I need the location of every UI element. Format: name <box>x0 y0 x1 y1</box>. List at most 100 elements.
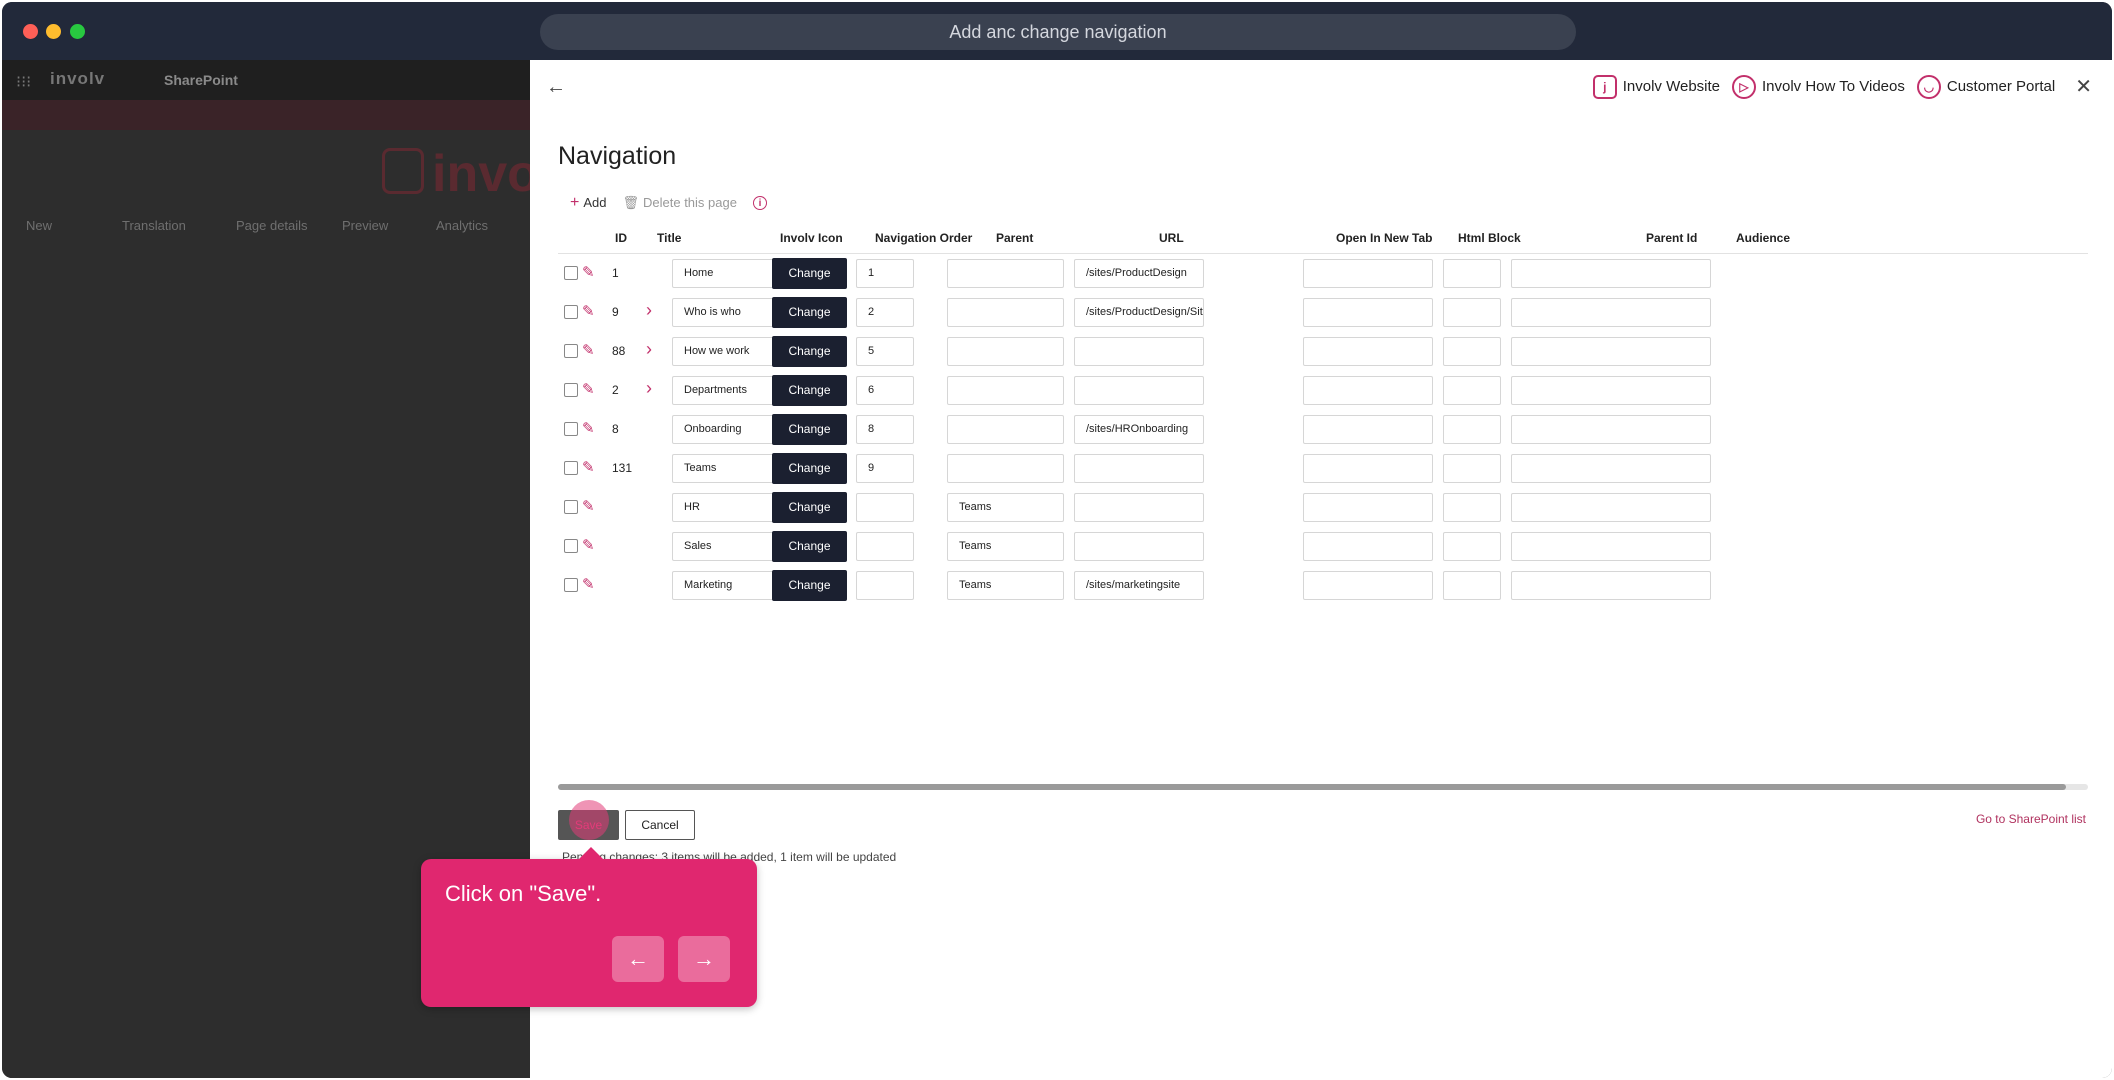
sp-command-page-details[interactable]: Page details <box>236 218 308 233</box>
close-icon[interactable]: ✕ <box>2075 74 2092 99</box>
cancel-button[interactable]: Cancel <box>625 810 695 840</box>
arrow-right-icon[interactable]: → <box>678 936 730 982</box>
change-icon-button[interactable]: Change <box>772 336 847 367</box>
html-block-input[interactable] <box>1303 454 1433 483</box>
html-block-input[interactable] <box>1303 532 1433 561</box>
html-block-input[interactable] <box>1303 493 1433 522</box>
audience-input[interactable] <box>1511 493 1711 522</box>
parent-id-input[interactable] <box>1443 532 1501 561</box>
parent-input[interactable] <box>947 454 1064 483</box>
edit-pencil-icon[interactable]: ✎ <box>582 497 595 515</box>
scrollbar-thumb[interactable] <box>558 784 2066 790</box>
edit-pencil-icon[interactable]: ✎ <box>582 341 595 359</box>
column-header-id[interactable]: ID <box>615 231 627 245</box>
navigation-order-input[interactable]: 1 <box>856 259 914 288</box>
column-header-involv-icon[interactable]: Involv Icon <box>780 231 843 245</box>
html-block-input[interactable] <box>1303 298 1433 327</box>
delete-page-button[interactable]: 🗑 Delete this page <box>622 195 736 211</box>
navigation-order-input[interactable]: 2 <box>856 298 914 327</box>
url-input[interactable] <box>1074 493 1204 522</box>
change-icon-button[interactable]: Change <box>772 258 847 289</box>
sp-command-new[interactable]: New <box>26 218 52 233</box>
html-block-input[interactable] <box>1303 415 1433 444</box>
url-input[interactable] <box>1074 337 1204 366</box>
row-checkbox[interactable] <box>564 578 578 592</box>
column-header-audience[interactable]: Audience <box>1736 231 1790 245</box>
sp-command-translation[interactable]: Translation <box>122 218 186 233</box>
parent-id-input[interactable] <box>1443 571 1501 600</box>
parent-input[interactable] <box>947 298 1064 327</box>
column-header-parent-id[interactable]: Parent Id <box>1646 231 1697 245</box>
sp-command-analytics[interactable]: Analytics <box>436 218 488 233</box>
change-icon-button[interactable]: Change <box>772 492 847 523</box>
edit-pencil-icon[interactable]: ✎ <box>582 575 595 593</box>
change-icon-button[interactable]: Change <box>772 414 847 445</box>
edit-pencil-icon[interactable]: ✎ <box>582 419 595 437</box>
add-button[interactable]: + Add <box>570 194 606 212</box>
navigation-order-input[interactable]: 9 <box>856 454 914 483</box>
parent-id-input[interactable] <box>1443 259 1501 288</box>
row-checkbox[interactable] <box>564 344 578 358</box>
parent-id-input[interactable] <box>1443 415 1501 444</box>
address-bar[interactable]: Add anc change navigation <box>540 14 1576 50</box>
parent-id-input[interactable] <box>1443 454 1501 483</box>
html-block-input[interactable] <box>1303 337 1433 366</box>
chevron-right-icon[interactable]: › <box>646 300 652 321</box>
audience-input[interactable] <box>1511 337 1711 366</box>
parent-input[interactable] <box>947 415 1064 444</box>
url-input[interactable]: /sites/HROnboarding <box>1074 415 1204 444</box>
parent-input[interactable] <box>947 376 1064 405</box>
navigation-order-input[interactable] <box>856 493 914 522</box>
url-input[interactable]: /sites/ProductDesign/SitePag <box>1074 298 1204 327</box>
html-block-input[interactable] <box>1303 571 1433 600</box>
back-arrow-icon[interactable]: ← <box>546 76 566 99</box>
audience-input[interactable] <box>1511 532 1711 561</box>
column-header-navigation-order[interactable]: Navigation Order <box>875 231 972 245</box>
navigation-order-input[interactable] <box>856 571 914 600</box>
parent-id-input[interactable] <box>1443 298 1501 327</box>
parent-id-input[interactable] <box>1443 493 1501 522</box>
parent-id-input[interactable] <box>1443 376 1501 405</box>
edit-pencil-icon[interactable]: ✎ <box>582 458 595 476</box>
audience-input[interactable] <box>1511 415 1711 444</box>
parent-input[interactable]: Teams <box>947 571 1064 600</box>
minimize-window-button[interactable] <box>46 24 61 39</box>
horizontal-scrollbar[interactable] <box>558 784 2088 790</box>
change-icon-button[interactable]: Change <box>772 570 847 601</box>
parent-input[interactable]: Teams <box>947 493 1064 522</box>
html-block-input[interactable] <box>1303 259 1433 288</box>
involv-website-link[interactable]: j Involv Website <box>1592 74 1720 99</box>
column-header-open-in-new-tab[interactable]: Open In New Tab <box>1336 231 1432 245</box>
navigation-order-input[interactable]: 8 <box>856 415 914 444</box>
row-checkbox[interactable] <box>564 266 578 280</box>
row-checkbox[interactable] <box>564 461 578 475</box>
change-icon-button[interactable]: Change <box>772 297 847 328</box>
change-icon-button[interactable]: Change <box>772 375 847 406</box>
row-checkbox[interactable] <box>564 500 578 514</box>
column-header-parent[interactable]: Parent <box>996 231 1033 245</box>
parent-id-input[interactable] <box>1443 337 1501 366</box>
parent-input[interactable] <box>947 337 1064 366</box>
sp-command-preview[interactable]: Preview <box>342 218 388 233</box>
chevron-right-icon[interactable]: › <box>646 339 652 360</box>
navigation-order-input[interactable]: 6 <box>856 376 914 405</box>
app-launcher-icon[interactable]: ⁝⁝⁝ <box>16 72 31 92</box>
url-input[interactable] <box>1074 454 1204 483</box>
url-input[interactable]: /sites/marketingsite <box>1074 571 1204 600</box>
edit-pencil-icon[interactable]: ✎ <box>582 302 595 320</box>
parent-input[interactable]: Teams <box>947 532 1064 561</box>
row-checkbox[interactable] <box>564 305 578 319</box>
url-input[interactable] <box>1074 376 1204 405</box>
row-checkbox[interactable] <box>564 422 578 436</box>
edit-pencil-icon[interactable]: ✎ <box>582 263 595 281</box>
close-window-button[interactable] <box>23 24 38 39</box>
url-input[interactable] <box>1074 532 1204 561</box>
sharepoint-site-name[interactable]: SharePoint <box>164 72 238 88</box>
column-header-url[interactable]: URL <box>1159 231 1184 245</box>
audience-input[interactable] <box>1511 454 1711 483</box>
change-icon-button[interactable]: Change <box>772 453 847 484</box>
html-block-input[interactable] <box>1303 376 1433 405</box>
info-icon[interactable]: i <box>752 196 767 210</box>
edit-pencil-icon[interactable]: ✎ <box>582 536 595 554</box>
edit-pencil-icon[interactable]: ✎ <box>582 380 595 398</box>
